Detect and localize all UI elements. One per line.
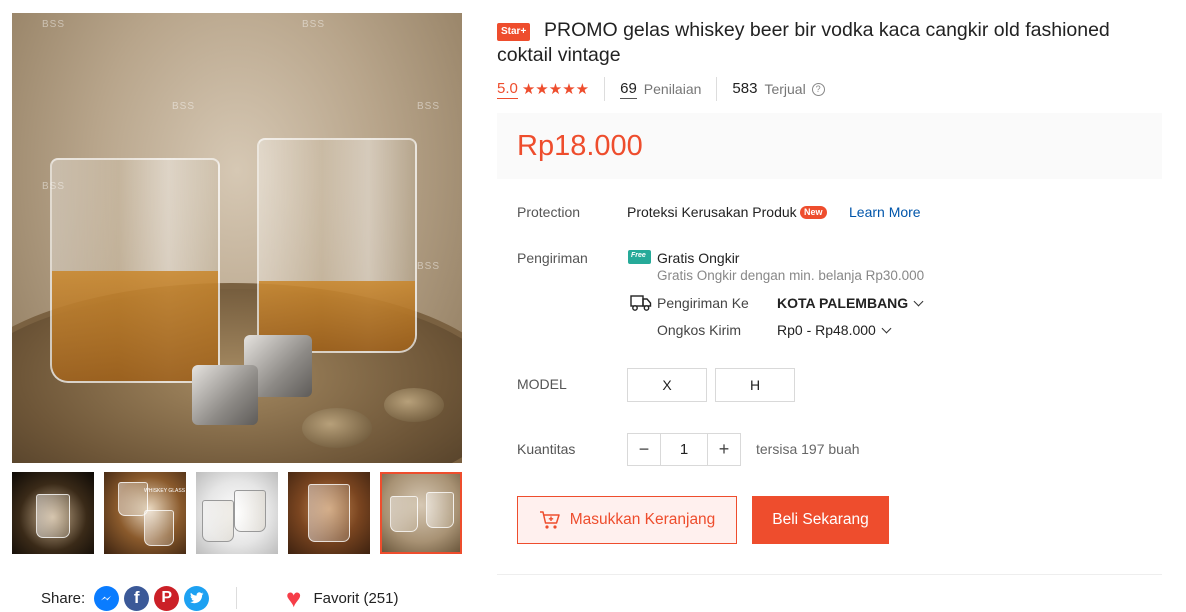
shipping-destination-value: KOTA PALEMBANG bbox=[777, 295, 909, 311]
learn-more-link[interactable]: Learn More bbox=[849, 204, 921, 220]
share-label: Share: bbox=[41, 589, 86, 607]
shipping-to-label: Pengiriman Ke bbox=[657, 295, 749, 311]
free-shipping-desc: Gratis Ongkir dengan min. belanja Rp30.0… bbox=[657, 268, 925, 283]
shipping-label: Pengiriman bbox=[517, 250, 588, 266]
model-label: MODEL bbox=[517, 376, 567, 392]
reviews-label: Penilaian bbox=[643, 81, 702, 97]
stock-remaining: tersisa 197 buah bbox=[756, 441, 860, 457]
model-option-x[interactable]: X bbox=[627, 368, 707, 402]
quantity-label: Kuantitas bbox=[517, 441, 576, 457]
quantity-plus-button[interactable]: + bbox=[708, 434, 740, 465]
spoon bbox=[384, 388, 444, 422]
quantity-input[interactable]: 1 bbox=[660, 434, 708, 465]
truck-icon bbox=[630, 295, 652, 311]
rating-row: 5.0 ★★★★★ 69 Penilaian 583 Terjual ? bbox=[497, 77, 825, 101]
facebook-icon[interactable]: f bbox=[124, 585, 150, 611]
reviews-count[interactable]: 69 bbox=[620, 80, 637, 99]
rating-stars-icon: ★★★★★ bbox=[521, 81, 590, 98]
watermark: BSS bbox=[172, 101, 196, 112]
watermark: BSS bbox=[42, 19, 66, 30]
thumbnail-strip: WHISKEY GLASS bbox=[12, 472, 464, 556]
quantity-stepper: − 1 + bbox=[627, 433, 741, 466]
divider bbox=[716, 77, 718, 101]
model-option-h[interactable]: H bbox=[715, 368, 795, 402]
share-bar: Share: f P bbox=[41, 585, 210, 611]
sold-label: Terjual bbox=[764, 81, 806, 97]
cart-icon bbox=[539, 511, 560, 529]
add-to-cart-label: Masukkan Keranjang bbox=[569, 511, 716, 528]
favorite-button[interactable]: ♥ Favorit (251) bbox=[286, 585, 398, 611]
shipping-destination[interactable]: KOTA PALEMBANG bbox=[777, 295, 924, 311]
free-shipping-title: Gratis Ongkir bbox=[657, 250, 740, 266]
help-icon[interactable]: ? bbox=[811, 82, 825, 96]
heart-icon: ♥ bbox=[286, 583, 302, 612]
watermark: BSS bbox=[417, 261, 441, 272]
divider bbox=[497, 574, 1162, 575]
shipping-cost-value: Rp0 - Rp48.000 bbox=[777, 322, 876, 338]
rating-value[interactable]: 5.0 bbox=[497, 80, 518, 99]
quantity-minus-button[interactable]: − bbox=[628, 434, 660, 465]
spoon bbox=[302, 408, 372, 448]
thumbnail-1[interactable] bbox=[12, 472, 94, 554]
free-shipping-icon: Free bbox=[628, 250, 651, 264]
buy-now-button[interactable]: Beli Sekarang bbox=[752, 496, 889, 544]
sold-count: 583 bbox=[732, 80, 758, 97]
product-price: Rp18.000 bbox=[517, 130, 643, 162]
messenger-icon[interactable] bbox=[94, 585, 120, 611]
twitter-icon[interactable] bbox=[184, 585, 210, 611]
shipping-cost-label: Ongkos Kirim bbox=[657, 322, 742, 338]
shipping-cost[interactable]: Rp0 - Rp48.000 bbox=[777, 322, 892, 338]
whiskey-glass bbox=[50, 158, 220, 383]
favorite-label: Favorit (251) bbox=[313, 589, 399, 607]
divider bbox=[604, 77, 606, 101]
thumbnail-label: WHISKEY GLASS bbox=[144, 488, 186, 494]
protection-label: Protection bbox=[517, 204, 581, 220]
add-to-cart-button[interactable]: Masukkan Keranjang bbox=[517, 496, 737, 544]
ice-cube bbox=[192, 365, 258, 425]
new-badge: New bbox=[800, 206, 827, 219]
thumbnail-5[interactable] bbox=[380, 472, 462, 554]
product-main-image[interactable]: BSS BSS BSS BSS BSS BSS BSS bbox=[12, 13, 462, 463]
watermark: BSS bbox=[417, 101, 441, 112]
protection-value: Proteksi Kerusakan Produk bbox=[627, 204, 797, 220]
thumbnail-2[interactable]: WHISKEY GLASS bbox=[104, 472, 186, 554]
chevron-down-icon bbox=[913, 296, 924, 307]
thumbnail-4[interactable] bbox=[288, 472, 370, 554]
price-box: Rp18.000 bbox=[497, 113, 1162, 179]
thumbnail-3[interactable] bbox=[196, 472, 278, 554]
watermark: BSS bbox=[302, 19, 326, 30]
divider bbox=[236, 587, 237, 609]
product-title: PROMO gelas whiskey beer bir vodka kaca … bbox=[497, 19, 1110, 66]
chevron-down-icon bbox=[881, 323, 892, 334]
whiskey-glass bbox=[257, 138, 417, 353]
pinterest-icon[interactable]: P bbox=[154, 585, 180, 611]
